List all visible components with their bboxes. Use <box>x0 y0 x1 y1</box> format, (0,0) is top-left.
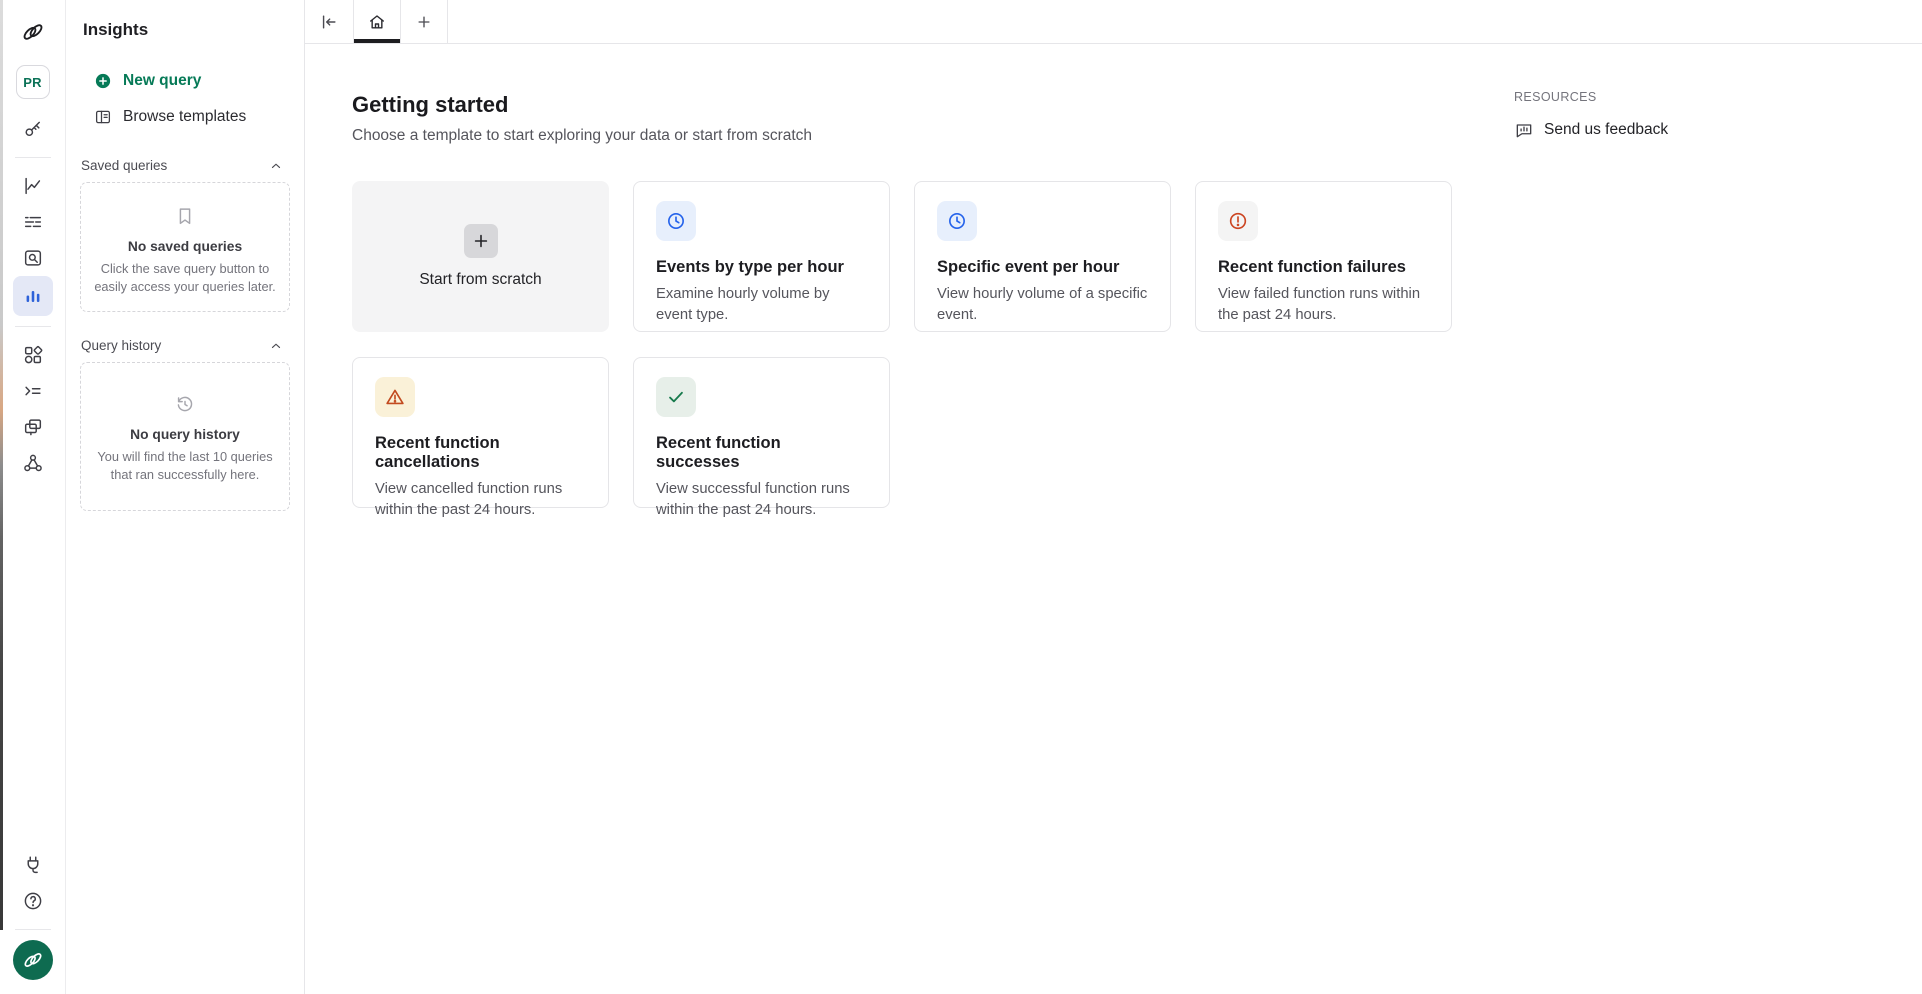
rail-divider <box>15 929 51 930</box>
new-tab-button[interactable] <box>401 0 447 43</box>
tab-separator <box>447 0 448 43</box>
app-window: PR <box>0 0 1922 994</box>
environments-icon[interactable] <box>15 409 51 445</box>
new-query-label: New query <box>123 72 201 90</box>
trace-search-icon[interactable] <box>15 240 51 276</box>
template-card[interactable]: Events by type per hour Examine hourly v… <box>633 181 890 332</box>
template-description: View successful function runs within the… <box>656 479 867 521</box>
send-feedback-link[interactable]: Send us feedback <box>1514 120 1668 140</box>
template-title: Recent function cancellations <box>375 434 586 472</box>
alert-circle-icon <box>1218 201 1258 241</box>
rail-bottom-group <box>13 847 53 994</box>
template-description: View failed function runs within the pas… <box>1218 284 1429 326</box>
template-title: Specific event per hour <box>937 258 1148 277</box>
project-badge[interactable]: PR <box>16 65 50 99</box>
tab-bar <box>305 0 1922 44</box>
rail-divider <box>15 157 51 158</box>
query-history-empty-state: No query history You will find the last … <box>80 362 290 510</box>
getting-started-page: Getting started Choose a template to sta… <box>305 44 1922 994</box>
template-description: Examine hourly volume by event type. <box>656 284 867 326</box>
chevron-up-icon <box>269 339 283 353</box>
warning-triangle-icon <box>375 377 415 417</box>
template-title: Recent function successes <box>656 434 867 472</box>
resources-section: RESOURCES Send us feedback <box>1514 90 1668 140</box>
plus-icon <box>415 13 433 31</box>
clock-icon <box>656 201 696 241</box>
webhooks-icon[interactable] <box>15 445 51 481</box>
template-description: View hourly volume of a specific event. <box>937 284 1148 326</box>
account-avatar[interactable] <box>13 940 53 980</box>
new-query-button[interactable]: New query <box>66 66 304 96</box>
collapse-sidebar-button[interactable] <box>305 0 353 43</box>
query-history-empty-body: You will find the last 10 queries that r… <box>93 448 277 483</box>
page-subtitle: Choose a template to start exploring you… <box>352 127 1922 145</box>
rail-divider <box>15 326 51 327</box>
plug-icon[interactable] <box>15 847 51 883</box>
template-card[interactable]: Recent function cancellations View cance… <box>352 357 609 508</box>
keys-icon[interactable] <box>15 111 51 147</box>
saved-queries-empty-title: No saved queries <box>128 239 242 254</box>
apps-icon[interactable] <box>15 337 51 373</box>
home-icon <box>367 12 387 32</box>
icon-rail: PR <box>0 0 66 994</box>
template-card[interactable]: Recent function failures View failed fun… <box>1195 181 1452 332</box>
template-title: Recent function failures <box>1218 258 1429 277</box>
template-card[interactable]: Specific event per hour View hourly volu… <box>914 181 1171 332</box>
insights-icon[interactable] <box>13 276 53 316</box>
start-from-scratch-label: Start from scratch <box>419 271 541 289</box>
start-from-scratch-card[interactable]: Start from scratch <box>352 181 609 332</box>
template-card[interactable]: Recent function successes View successfu… <box>633 357 890 508</box>
saved-queries-empty-state: No saved queries Click the save query bu… <box>80 182 290 312</box>
steps-icon[interactable] <box>15 373 51 409</box>
templates-icon <box>94 108 112 126</box>
send-feedback-label: Send us feedback <box>1544 121 1668 139</box>
inngest-logo-icon[interactable] <box>20 19 46 45</box>
feedback-bubble-icon <box>1514 120 1534 140</box>
template-title: Events by type per hour <box>656 258 867 277</box>
resources-header: RESOURCES <box>1514 90 1668 104</box>
chevron-up-icon <box>269 159 283 173</box>
template-description: View cancelled function runs within the … <box>375 479 586 521</box>
plus-icon <box>464 224 498 258</box>
screen-edge-artifact <box>0 0 3 930</box>
help-icon[interactable] <box>15 883 51 919</box>
saved-queries-empty-body: Click the save query button to easily ac… <box>93 260 277 295</box>
bookmark-icon <box>174 205 196 227</box>
plus-circle-icon <box>94 72 112 90</box>
sidebar-title: Insights <box>66 20 304 40</box>
page-title: Getting started <box>352 92 1922 118</box>
query-history-empty-title: No query history <box>130 427 240 442</box>
template-cards-grid: Start from scratch Events by type per ho… <box>352 181 1922 508</box>
metrics-icon[interactable] <box>15 168 51 204</box>
check-icon <box>656 377 696 417</box>
browse-templates-label: Browse templates <box>123 108 246 126</box>
clock-icon <box>937 201 977 241</box>
runs-filter-icon[interactable] <box>15 204 51 240</box>
main-panel: Getting started Choose a template to sta… <box>305 0 1922 994</box>
insights-sidebar: Insights New query Browse templates Sa <box>66 0 305 994</box>
tab-home[interactable] <box>354 0 400 43</box>
browse-templates-button[interactable]: Browse templates <box>66 102 304 132</box>
query-history-header[interactable]: Query history <box>66 338 304 353</box>
saved-queries-header[interactable]: Saved queries <box>66 158 304 173</box>
history-icon <box>174 393 196 415</box>
